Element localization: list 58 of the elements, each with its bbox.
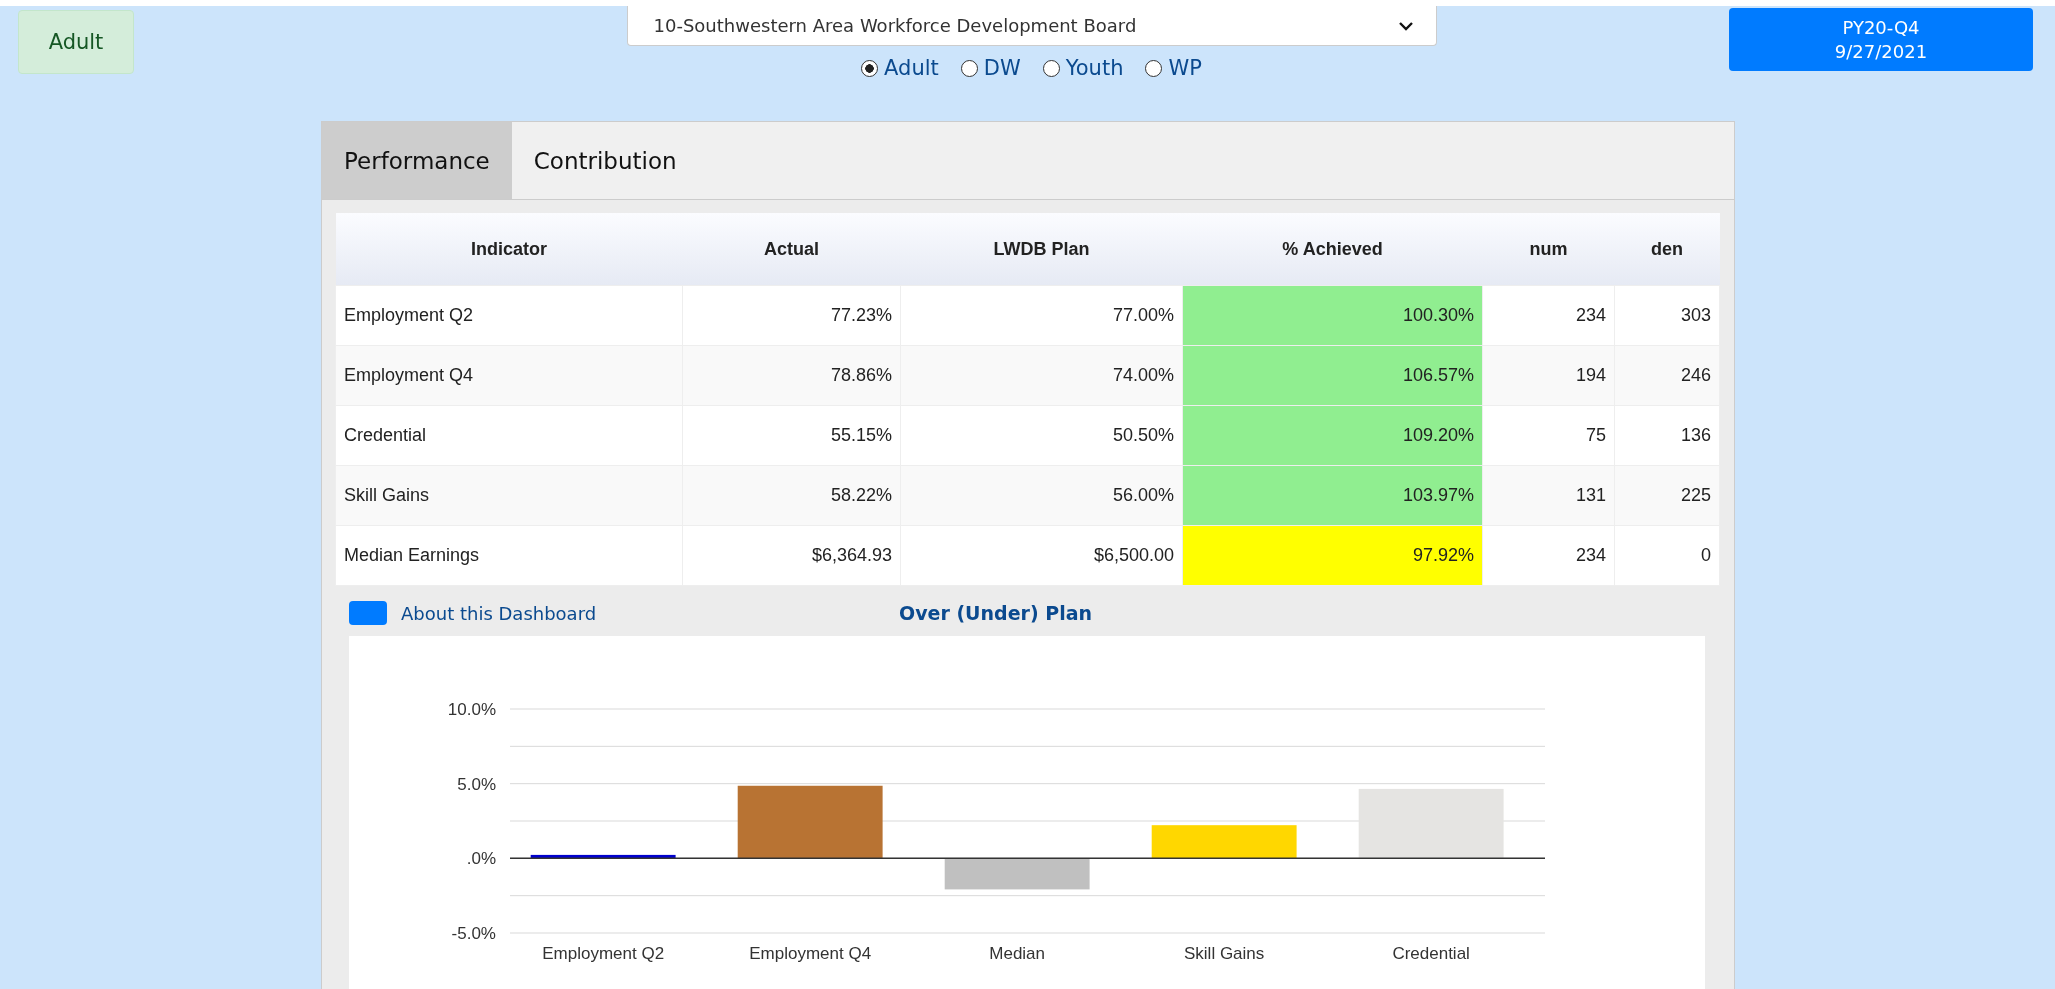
table-cell: 103.97% <box>1182 465 1483 526</box>
chart-title: Over (Under) Plan <box>899 602 1092 624</box>
table-cell: 77.23% <box>682 285 901 346</box>
axis-label: 10.0% <box>447 700 496 719</box>
program-radio[interactable]: Youth <box>1042 56 1124 80</box>
axis-label: .0% <box>466 849 496 869</box>
table-cell: 100.30% <box>1182 285 1483 346</box>
program-radio[interactable]: DW <box>960 56 1021 80</box>
area-select[interactable]: 10-Southwestern Area Workforce Development Board <box>626 6 1437 46</box>
category-label: Employment Q4 <box>749 944 872 963</box>
table-cell: 106.57% <box>1182 345 1483 406</box>
table-cell: $6,500.00 <box>900 525 1183 586</box>
table-cell: 56.00% <box>900 465 1183 526</box>
table-cell: 75 <box>1482 405 1615 466</box>
table-cell: 136 <box>1614 405 1720 466</box>
column-header: Indicator <box>335 213 683 286</box>
tab[interactable]: Performance <box>322 122 512 199</box>
column-header: den <box>1614 213 1720 286</box>
axis-label: -5.0% <box>451 924 496 943</box>
table-cell: 58.22% <box>682 465 901 526</box>
table-cell: Credential <box>335 405 683 466</box>
table-cell: 0 <box>1614 525 1720 586</box>
table-cell: 246 <box>1614 345 1720 406</box>
table-cell: $6,364.93 <box>682 525 901 586</box>
table-cell: 74.00% <box>900 345 1183 406</box>
category-label: Employment Q2 <box>542 944 665 963</box>
category-label: Skill Gains <box>1184 944 1265 963</box>
about-link[interactable]: About this Dashboard <box>349 601 899 625</box>
program-radio[interactable]: WP <box>1145 56 1202 80</box>
table-cell: 194 <box>1482 345 1615 406</box>
chevron-down-icon <box>1397 20 1414 31</box>
table-cell: Median Earnings <box>335 525 683 586</box>
table-cell: 303 <box>1614 285 1720 346</box>
table-cell: 225 <box>1614 465 1720 526</box>
column-header: % Achieved <box>1182 213 1483 286</box>
period-button[interactable]: PY20-Q4 9/27/2021 <box>1729 8 2033 71</box>
column-header: Actual <box>682 213 901 286</box>
table-cell: 131 <box>1482 465 1615 526</box>
axis-label: 5.0% <box>457 774 496 794</box>
column-header: num <box>1482 213 1615 286</box>
table-cell: 234 <box>1482 285 1615 346</box>
table-cell: 109.20% <box>1182 405 1483 466</box>
table-cell: 234 <box>1482 525 1615 586</box>
table-cell: Employment Q2 <box>335 285 683 346</box>
square-icon <box>349 601 387 625</box>
category-label: Credential <box>1392 944 1470 963</box>
program-radio[interactable]: Adult <box>861 56 939 80</box>
table-cell: 77.00% <box>900 285 1183 346</box>
table-cell: Skill Gains <box>335 465 683 526</box>
tab[interactable]: Contribution <box>511 122 699 199</box>
table-cell: Employment Q4 <box>335 345 683 406</box>
table-cell: 78.86% <box>682 345 901 406</box>
program-button[interactable]: Adult <box>18 10 134 74</box>
table-cell: 55.15% <box>682 405 901 466</box>
column-header: LWDB Plan <box>900 213 1183 286</box>
table-cell: 97.92% <box>1182 525 1483 586</box>
table-cell: 50.50% <box>900 405 1183 466</box>
category-label: Median <box>989 944 1046 963</box>
